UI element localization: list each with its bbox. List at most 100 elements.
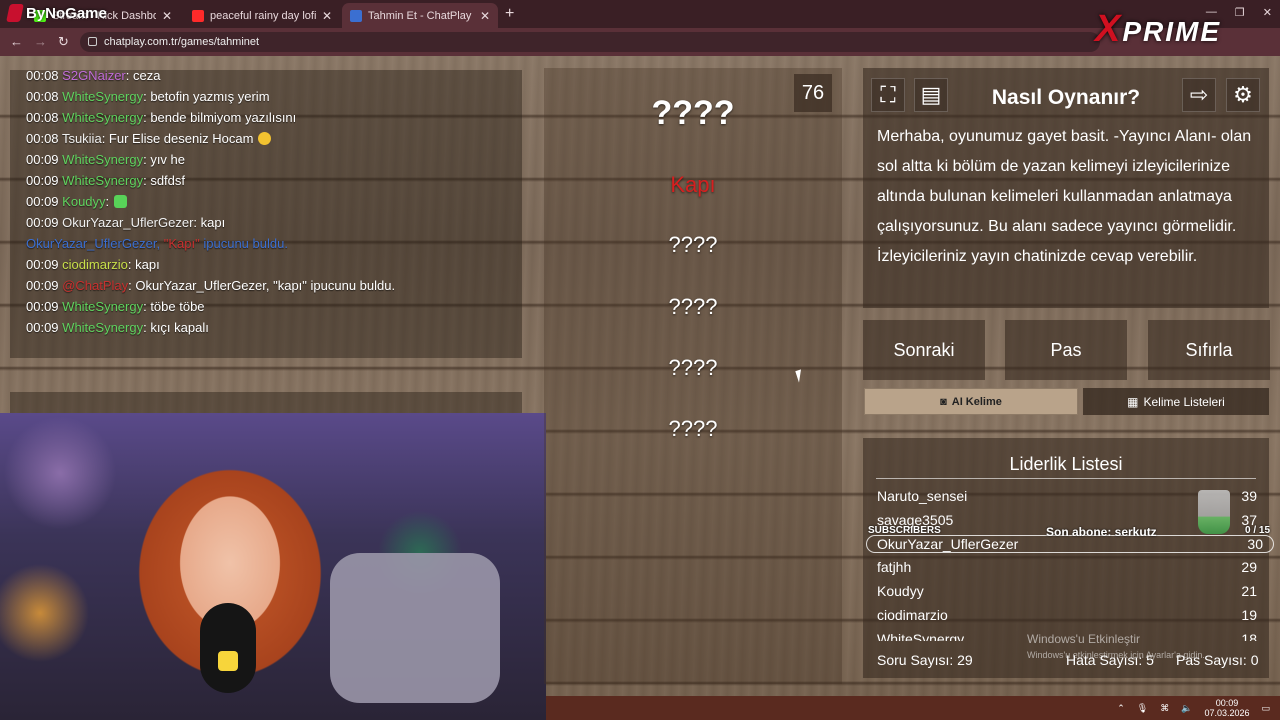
hint-word: ????	[668, 416, 718, 441]
hint-word: ????	[668, 232, 718, 257]
browser-tab-bar: Stream - Kick Dashboard ✕ peaceful rainy…	[0, 0, 1280, 28]
player-name: ciodimarzio	[877, 607, 948, 623]
microphone-icon[interactable]: 🎙	[1137, 703, 1148, 714]
leaderboard-row: ciodimarzio 19	[877, 607, 1257, 623]
chevron-up-icon[interactable]: ⌃	[1117, 703, 1125, 714]
ai-word-label: AI Kelime	[951, 395, 1002, 408]
exit-icon[interactable]: ⇨	[1182, 78, 1216, 112]
tab-youtube-lofi[interactable]: peaceful rainy day lofi ☁ ✕	[184, 3, 340, 28]
chat-username[interactable]: WhiteSynergy	[62, 299, 143, 314]
grin-emoji-icon	[258, 132, 272, 145]
chat-hint-word: "Kapı"	[163, 236, 200, 251]
chat-username[interactable]: WhiteSynergy	[62, 320, 143, 335]
chat-username[interactable]: Koudyy	[62, 194, 105, 209]
chat-panel: 00:08 S2GNaizer: ceza 00:08 WhiteSynergy:…	[10, 70, 522, 358]
chat-text: : bende bilmiyom yazılısını	[143, 110, 297, 125]
chat-username[interactable]: OkurYazar_UflerGezer	[62, 215, 193, 230]
word-lists-label: Kelime Listeleri	[1143, 394, 1225, 409]
chat-message: 00:09 WhiteSynergy: kıçı kapalı	[26, 317, 506, 338]
taskbar-tray: ⌃ 🎙 ⌘ 🔈 00:09 07.03.2026 ▭	[546, 696, 1280, 720]
xprime-logo: XPRIME	[1095, 8, 1221, 51]
chat-username[interactable]: S2GNaizer	[62, 70, 126, 83]
ai-word-button[interactable]: ◙ AI Kelime	[864, 388, 1078, 415]
new-tab-icon[interactable]: +	[505, 5, 514, 23]
chat-username[interactable]: ciodimarzio	[62, 257, 128, 272]
webcam-feed	[0, 413, 546, 720]
chat-message: 00:08 S2GNaizer: ceza	[26, 70, 506, 86]
hint-word: ????	[668, 294, 718, 319]
close-tab-icon[interactable]: ✕	[480, 9, 490, 23]
windows-activation-watermark: Windows'u Etkinleştir Windows'u etkinleş…	[1027, 632, 1205, 660]
chat-text: : OkurYazar_UflerGezer, "kapı" ipucunu b…	[128, 278, 396, 293]
chat-timestamp: 00:08	[26, 89, 59, 104]
chat-timestamp: 00:09	[26, 173, 59, 188]
pass-button[interactable]: Pas	[1005, 320, 1127, 380]
network-icon[interactable]: ⌘	[1160, 703, 1169, 714]
pikachu-figure	[218, 651, 238, 671]
chat-message: 00:09 WhiteSynergy: sdfdsf	[26, 170, 506, 191]
clipboard-icon: ▦	[1127, 394, 1139, 409]
chat-username[interactable]: WhiteSynergy	[62, 89, 143, 104]
chat-lines: 00:08 S2GNaizer: ceza 00:08 WhiteSynergy:…	[26, 70, 506, 338]
back-icon[interactable]: ←	[10, 34, 23, 49]
url-field[interactable]: chatplay.com.tr/games/tahminet	[80, 32, 1100, 52]
subscriber-goal: 0 / 15	[1245, 525, 1271, 536]
chat-username[interactable]: WhiteSynergy	[62, 152, 143, 167]
subscribers-label: SUBSCRIBERS	[868, 525, 941, 536]
clock-time: 00:09	[1215, 698, 1239, 708]
player-score: 19	[1241, 607, 1257, 623]
site-info-icon[interactable]	[88, 37, 97, 46]
bynogame-logo-text: ByNoGame	[26, 4, 107, 22]
player-score: 21	[1241, 583, 1257, 599]
player-name: Naruto_sensei	[877, 488, 968, 504]
close-tab-icon[interactable]: ✕	[162, 9, 172, 23]
system-clock[interactable]: 00:09 07.03.2026	[1204, 698, 1249, 718]
player-score: 18	[1241, 631, 1257, 641]
tab-chatplay[interactable]: Tahmin Et - ChatPlay ✕	[342, 3, 498, 28]
chat-text: : betofin yazmış yerim	[143, 89, 270, 104]
maximize-icon[interactable]: ❐	[1235, 6, 1245, 19]
screen: Stream - Kick Dashboard ✕ peaceful rainy…	[0, 0, 1280, 720]
main-word: ????	[651, 94, 735, 132]
chat-message: 00:08 WhiteSynergy: bende bilmiyom yazıl…	[26, 107, 506, 128]
leaderboard-row: Koudyy 21	[877, 583, 1257, 599]
how-to-play-text: Merhaba, oyunumuz gayet basit. -Yayıncı …	[877, 128, 1252, 265]
chat-timestamp: 00:09	[26, 194, 59, 209]
volume-icon[interactable]: 🔈	[1181, 703, 1192, 714]
chat-text: : kapı	[193, 215, 226, 230]
chat-message: OkurYazar_UflerGezer, "Kapı" ipucunu bul…	[26, 233, 506, 254]
settings-gear-icon[interactable]: ⚙	[1226, 78, 1260, 112]
bynogame-logo-icon	[6, 4, 24, 22]
close-tab-icon[interactable]: ✕	[322, 9, 332, 23]
chat-timestamp: 00:08	[26, 110, 59, 125]
word-lists-button[interactable]: ▦ Kelime Listeleri	[1083, 388, 1269, 415]
leaderboard-title: Liderlik Listesi	[1009, 454, 1123, 474]
tab-title: Tahmin Et - ChatPlay	[368, 9, 472, 22]
leaderboard-row: fatjhh 29	[877, 559, 1257, 575]
bynogame-logo: ByNoGame	[6, 4, 107, 22]
chat-username[interactable]: WhiteSynergy	[62, 173, 143, 188]
chat-text: :	[105, 194, 110, 209]
chat-message: 00:09 OkurYazar_UflerGezer: kapı	[26, 212, 506, 233]
chat-message: 00:08 Tsukiia: Fur Elise deseniz Hocam	[26, 128, 506, 149]
close-window-icon[interactable]: ✕	[1263, 6, 1272, 19]
blanket	[330, 553, 500, 703]
green-emote-icon	[114, 195, 128, 208]
chat-username[interactable]: OkurYazar_UflerGezer,	[26, 236, 160, 251]
notifications-icon[interactable]: ▭	[1261, 703, 1270, 714]
chatplay-favicon-icon	[350, 9, 362, 22]
divider	[876, 478, 1256, 479]
chat-text: : kapı	[127, 257, 160, 272]
chat-timestamp: 00:09	[26, 320, 59, 335]
reload-icon[interactable]: ↻	[58, 34, 69, 50]
chat-message: 00:08 WhiteSynergy: betofin yazmış yerim	[26, 86, 506, 107]
reset-button[interactable]: Sıfırla	[1148, 320, 1270, 380]
last-subscriber: Son abone: serkutz	[1046, 525, 1157, 539]
windows-activation-text: Windows'u Etkinleştir	[1027, 632, 1140, 646]
next-button[interactable]: Sonraki	[863, 320, 985, 380]
chat-username[interactable]: @ChatPlay	[62, 278, 128, 293]
forward-icon[interactable]: →	[34, 34, 47, 49]
chat-message: 00:09 WhiteSynergy: yıv he	[26, 149, 506, 170]
chat-username[interactable]: Tsukiia	[62, 131, 102, 146]
chat-username[interactable]: WhiteSynergy	[62, 110, 143, 125]
